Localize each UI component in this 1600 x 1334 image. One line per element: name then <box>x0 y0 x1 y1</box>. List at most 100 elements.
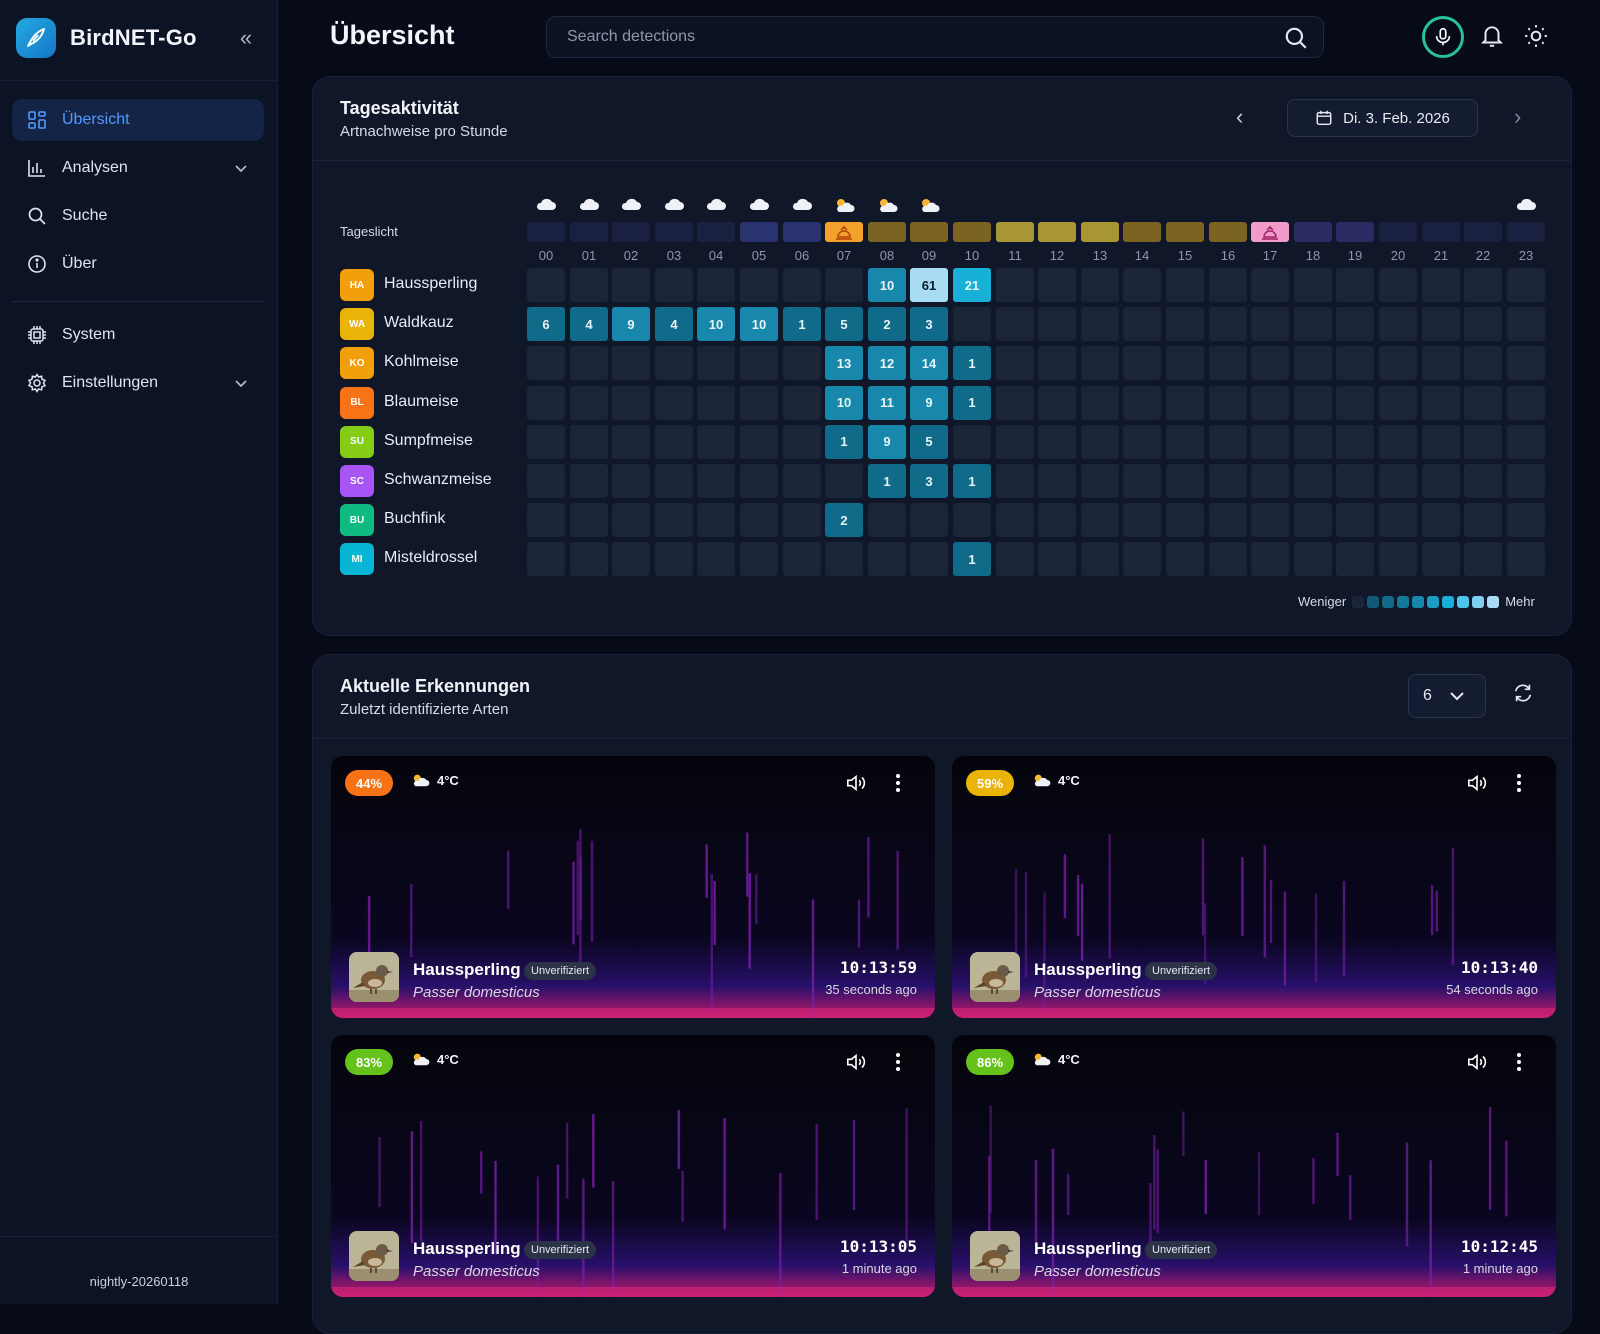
detection-card[interactable]: 59% 4°C Haussperling Unverifiziert Passer do… <box>952 756 1556 1018</box>
heatmap-cell[interactable]: 3 <box>910 464 948 498</box>
sidebar-item-einstellungen[interactable]: Einstellungen <box>12 362 264 404</box>
sidebar-item-analysen[interactable]: Analysen <box>12 147 264 189</box>
heatmap-cell[interactable]: 6 <box>527 307 565 342</box>
heatmap-cell[interactable]: 4 <box>655 307 693 342</box>
heatmap-cell[interactable]: 1 <box>953 346 991 381</box>
bird-thumbnail[interactable] <box>349 952 399 1002</box>
heatmap-cell[interactable]: 12 <box>868 346 906 381</box>
refresh-button[interactable] <box>1512 682 1534 709</box>
heatmap-cell <box>1038 268 1076 302</box>
heatmap-cell <box>697 503 735 538</box>
bird-thumbnail[interactable] <box>970 952 1020 1002</box>
heatmap-cell[interactable]: 10 <box>868 268 906 302</box>
detection-species-name[interactable]: Haussperling <box>1034 960 1142 980</box>
heatmap-cell[interactable]: 9 <box>910 385 948 420</box>
play-audio-button[interactable] <box>1464 770 1490 796</box>
bird-thumbnail[interactable] <box>349 1231 399 1281</box>
heatmap-cell <box>1081 464 1119 498</box>
species-name[interactable]: Sumpfmeise <box>384 432 473 450</box>
heatmap-cell[interactable]: 1 <box>868 464 906 498</box>
play-audio-button[interactable] <box>843 1049 869 1075</box>
detection-time: 10:12:45 <box>1460 1237 1538 1256</box>
theme-toggle-button[interactable] <box>1520 20 1552 52</box>
heatmap-cell <box>1464 307 1502 342</box>
heatmap-cell[interactable]: 1 <box>953 385 991 420</box>
heatmap-cell[interactable]: 1 <box>783 307 821 342</box>
sidebar-item-ueber[interactable]: Über <box>12 243 264 285</box>
sunrise-icon <box>825 222 863 242</box>
heatmap-cell[interactable]: 10 <box>825 385 863 420</box>
detection-card[interactable]: 86% 4°C Haussperling Unverifiziert Passer do… <box>952 1035 1556 1297</box>
heatmap-cell[interactable]: 10 <box>740 307 778 342</box>
heatmap-cell[interactable]: 9 <box>612 307 650 342</box>
heatmap-cell[interactable]: 1 <box>825 424 863 459</box>
detection-species-name[interactable]: Haussperling <box>1034 1239 1142 1259</box>
notifications-button[interactable] <box>1476 20 1508 52</box>
species-name[interactable]: Kohlmeise <box>384 353 459 371</box>
brand[interactable]: BirdNET-Go <box>16 18 197 58</box>
heatmap-cell[interactable]: 5 <box>910 424 948 459</box>
detection-card[interactable]: 44% 4°C Haussperling Unverifiziert Passer do… <box>331 756 935 1018</box>
search-icon[interactable] <box>1283 25 1309 51</box>
species-code-badge: SC <box>340 465 374 497</box>
heatmap-cell[interactable]: 5 <box>825 307 863 342</box>
hour-label: 00 <box>538 248 554 263</box>
more-options-button[interactable] <box>1506 1049 1532 1075</box>
sidebar-item-uebersicht[interactable]: Übersicht <box>12 99 264 141</box>
heatmap-cell[interactable]: 9 <box>868 424 906 459</box>
chevron-down-icon[interactable] <box>232 374 250 392</box>
heatmap-cell[interactable]: 21 <box>953 268 991 302</box>
heatmap-cell <box>1422 542 1460 577</box>
more-options-button[interactable] <box>885 770 911 796</box>
heatmap-cell[interactable]: 2 <box>868 307 906 342</box>
species-name[interactable]: Haussperling <box>384 275 477 293</box>
heatmap-cell <box>655 542 693 577</box>
daylight-cell <box>612 222 650 242</box>
legend-swatch <box>1472 595 1485 608</box>
bird-thumbnail[interactable] <box>970 1231 1020 1281</box>
species-name[interactable]: Buchfink <box>384 510 445 528</box>
heatmap-cell <box>1336 268 1374 302</box>
more-options-button[interactable] <box>885 1049 911 1075</box>
heatmap-cell[interactable]: 11 <box>868 385 906 420</box>
collapse-sidebar-icon[interactable]: « <box>232 24 260 52</box>
heatmap-cell[interactable]: 13 <box>825 346 863 381</box>
species-name[interactable]: Misteldrossel <box>384 549 477 567</box>
species-name[interactable]: Waldkauz <box>384 314 454 332</box>
species-name[interactable]: Schwanzmeise <box>384 471 492 489</box>
heatmap-cell[interactable]: 4 <box>570 307 608 342</box>
sidebar-item-system[interactable]: System <box>12 314 264 356</box>
hour-label: 18 <box>1305 248 1321 263</box>
detection-species-name[interactable]: Haussperling <box>413 960 521 980</box>
heatmap-legend: Weniger Mehr <box>1298 594 1535 609</box>
play-audio-button[interactable] <box>1464 1049 1490 1075</box>
heatmap-cell <box>996 464 1034 498</box>
date-picker-button[interactable]: Di. 3. Feb. 2026 <box>1287 99 1478 137</box>
play-audio-button[interactable] <box>843 770 869 796</box>
heatmap-cell <box>1166 464 1204 498</box>
sun-icon <box>1525 25 1547 47</box>
previous-day-button[interactable]: ‹ <box>1236 104 1243 130</box>
heatmap-cell[interactable]: 1 <box>953 464 991 498</box>
detections-subtitle: Zuletzt identifizierte Arten <box>340 701 509 718</box>
microphone-button[interactable] <box>1422 16 1464 58</box>
heatmap-cell[interactable]: 10 <box>697 307 735 342</box>
heatmap-cell[interactable]: 3 <box>910 307 948 342</box>
sidebar-item-suche[interactable]: Suche <box>12 195 264 237</box>
heatmap-cell[interactable]: 14 <box>910 346 948 381</box>
heatmap-cell[interactable]: 2 <box>825 503 863 538</box>
heatmap-cell[interactable]: 1 <box>953 542 991 577</box>
heatmap-cell <box>612 346 650 381</box>
detection-species-name[interactable]: Haussperling <box>413 1239 521 1259</box>
heatmap-cell[interactable]: 61 <box>910 268 948 302</box>
detection-card[interactable]: 83% 4°C Haussperling Unverifiziert Passer do… <box>331 1035 935 1297</box>
species-name[interactable]: Blaumeise <box>384 393 459 411</box>
search-bar[interactable] <box>546 16 1324 58</box>
chevron-down-icon[interactable] <box>232 159 250 177</box>
search-input[interactable] <box>565 27 1245 47</box>
heatmap-cell <box>1336 424 1374 459</box>
detection-limit-select[interactable]: 6 <box>1408 674 1486 718</box>
more-options-button[interactable] <box>1506 770 1532 796</box>
heatmap-cell <box>1123 307 1161 342</box>
next-day-button[interactable]: › <box>1514 104 1521 130</box>
